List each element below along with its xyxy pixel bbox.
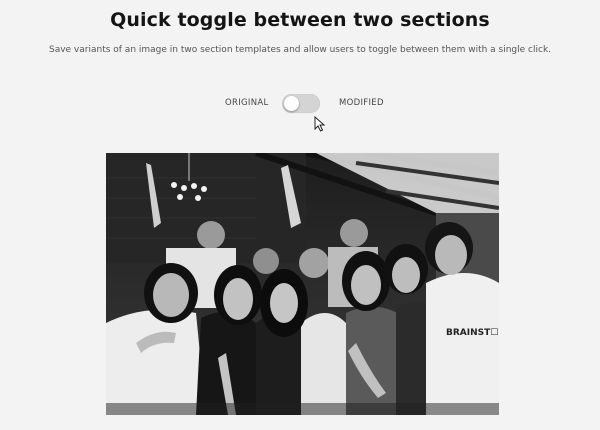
toggle-knob[interactable] — [284, 96, 299, 111]
page-subtitle: Save variants of an image in two section… — [48, 45, 552, 55]
toggle-switch[interactable] — [282, 94, 320, 113]
toggle-row: ORIGINAL MODIFIED — [0, 93, 600, 115]
page-title: Quick toggle between two sections — [110, 9, 490, 31]
toggle-label-modified[interactable]: MODIFIED — [339, 98, 384, 108]
mouse-cursor-icon — [314, 116, 326, 132]
toggle-label-original[interactable]: ORIGINAL — [225, 98, 269, 108]
group-photo-illustration: BRAINST☐R — [106, 153, 499, 415]
group-photo: BRAINST☐R — [106, 153, 499, 415]
shirt-text: BRAINST☐R — [446, 328, 499, 338]
